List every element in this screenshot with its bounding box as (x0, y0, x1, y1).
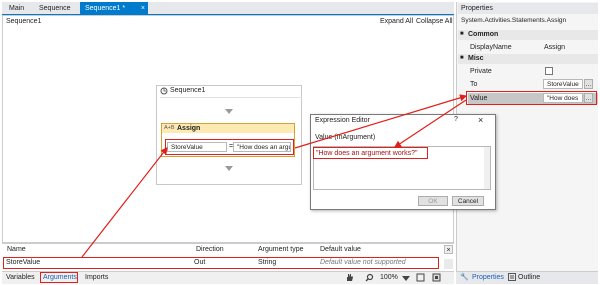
annotation-arrow (294, 94, 468, 149)
annotation-arrows (81, 94, 468, 258)
annotation-arrow (81, 147, 168, 258)
